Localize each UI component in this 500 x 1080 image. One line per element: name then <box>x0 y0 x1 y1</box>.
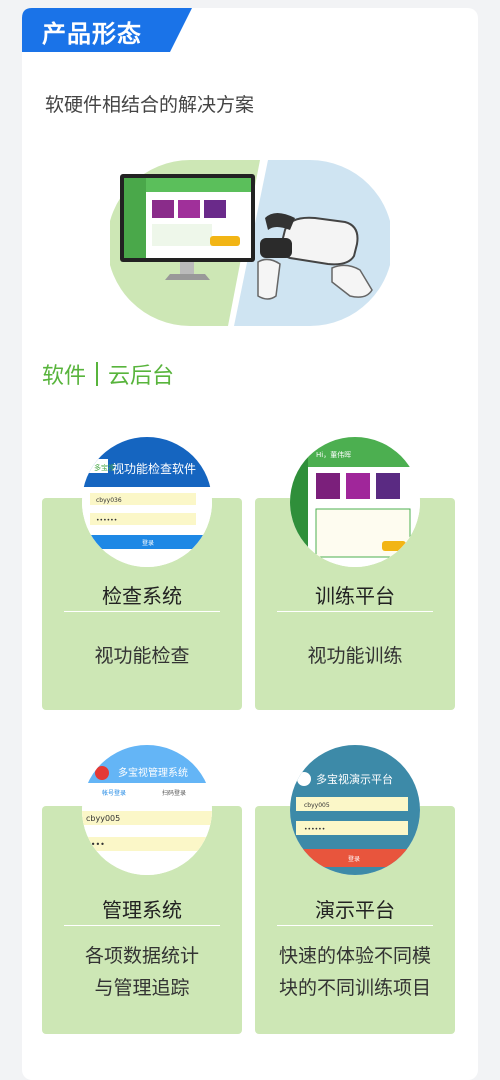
section-tag-label: 产品形态 <box>42 20 142 48</box>
product-divider <box>277 611 433 612</box>
screen-username: cbyy005 <box>304 802 330 809</box>
screen-tab-right: 扫码登录 <box>162 789 186 797</box>
product-name: 演示平台 <box>315 898 395 922</box>
screen-username: cbyy005 <box>86 814 120 823</box>
product-desc: 视功能检查 <box>94 645 190 667</box>
product-screen-inspection: 多宝视 视功能检查软件 cbyy036 •••••• 登录 <box>82 437 212 567</box>
screen-login-button: 登录 <box>142 539 154 547</box>
product-name: 管理系统 <box>102 898 182 922</box>
product-divider <box>64 925 220 926</box>
product-divider <box>64 611 220 612</box>
product-screen-training: Hi，董伟晖 <box>290 437 420 567</box>
product-screen-demo: 多宝视演示平台 cbyy005 •••••• 登录 <box>290 745 420 875</box>
screen-password: •••••• <box>304 826 325 833</box>
product-desc-line-2: 与管理追踪 <box>94 977 190 999</box>
product-desc-line-1: 各项数据统计 <box>84 945 199 967</box>
software-label: 软件 云后台 <box>42 358 174 390</box>
section-tag: 产品形态 <box>22 8 192 52</box>
screen-greeting: Hi，董伟晖 <box>316 450 351 459</box>
product-desc-line-1: 快速的体验不同模 <box>278 945 431 967</box>
product-desc-line-2: 块的不同训练项目 <box>278 977 431 999</box>
product-screen-management: 多宝视管理系统 帐号登录 扫码登录 cbyy005 •••• <box>82 745 212 875</box>
label-divider <box>96 362 99 386</box>
screen-tab-left: 帐号登录 <box>102 789 126 797</box>
screen-login-button: 登录 <box>348 855 360 863</box>
screen-title: 多宝视管理系统 <box>118 766 188 779</box>
hero-illustration <box>110 160 390 326</box>
product-divider <box>277 925 433 926</box>
product-name: 检查系统 <box>102 584 182 608</box>
screen-title: 视功能检查软件 <box>112 461 196 476</box>
screen-username: cbyy036 <box>96 497 122 504</box>
product-desc: 视功能训练 <box>307 645 403 667</box>
intro-subtitle: 软硬件相结合的解决方案 <box>45 94 255 116</box>
product-name: 训练平台 <box>315 584 395 608</box>
software-label-right: 云后台 <box>108 364 175 389</box>
screen-password: •••••• <box>96 517 117 524</box>
screen-title: 多宝视演示平台 <box>316 772 393 786</box>
software-label-left: 软件 <box>42 364 87 389</box>
